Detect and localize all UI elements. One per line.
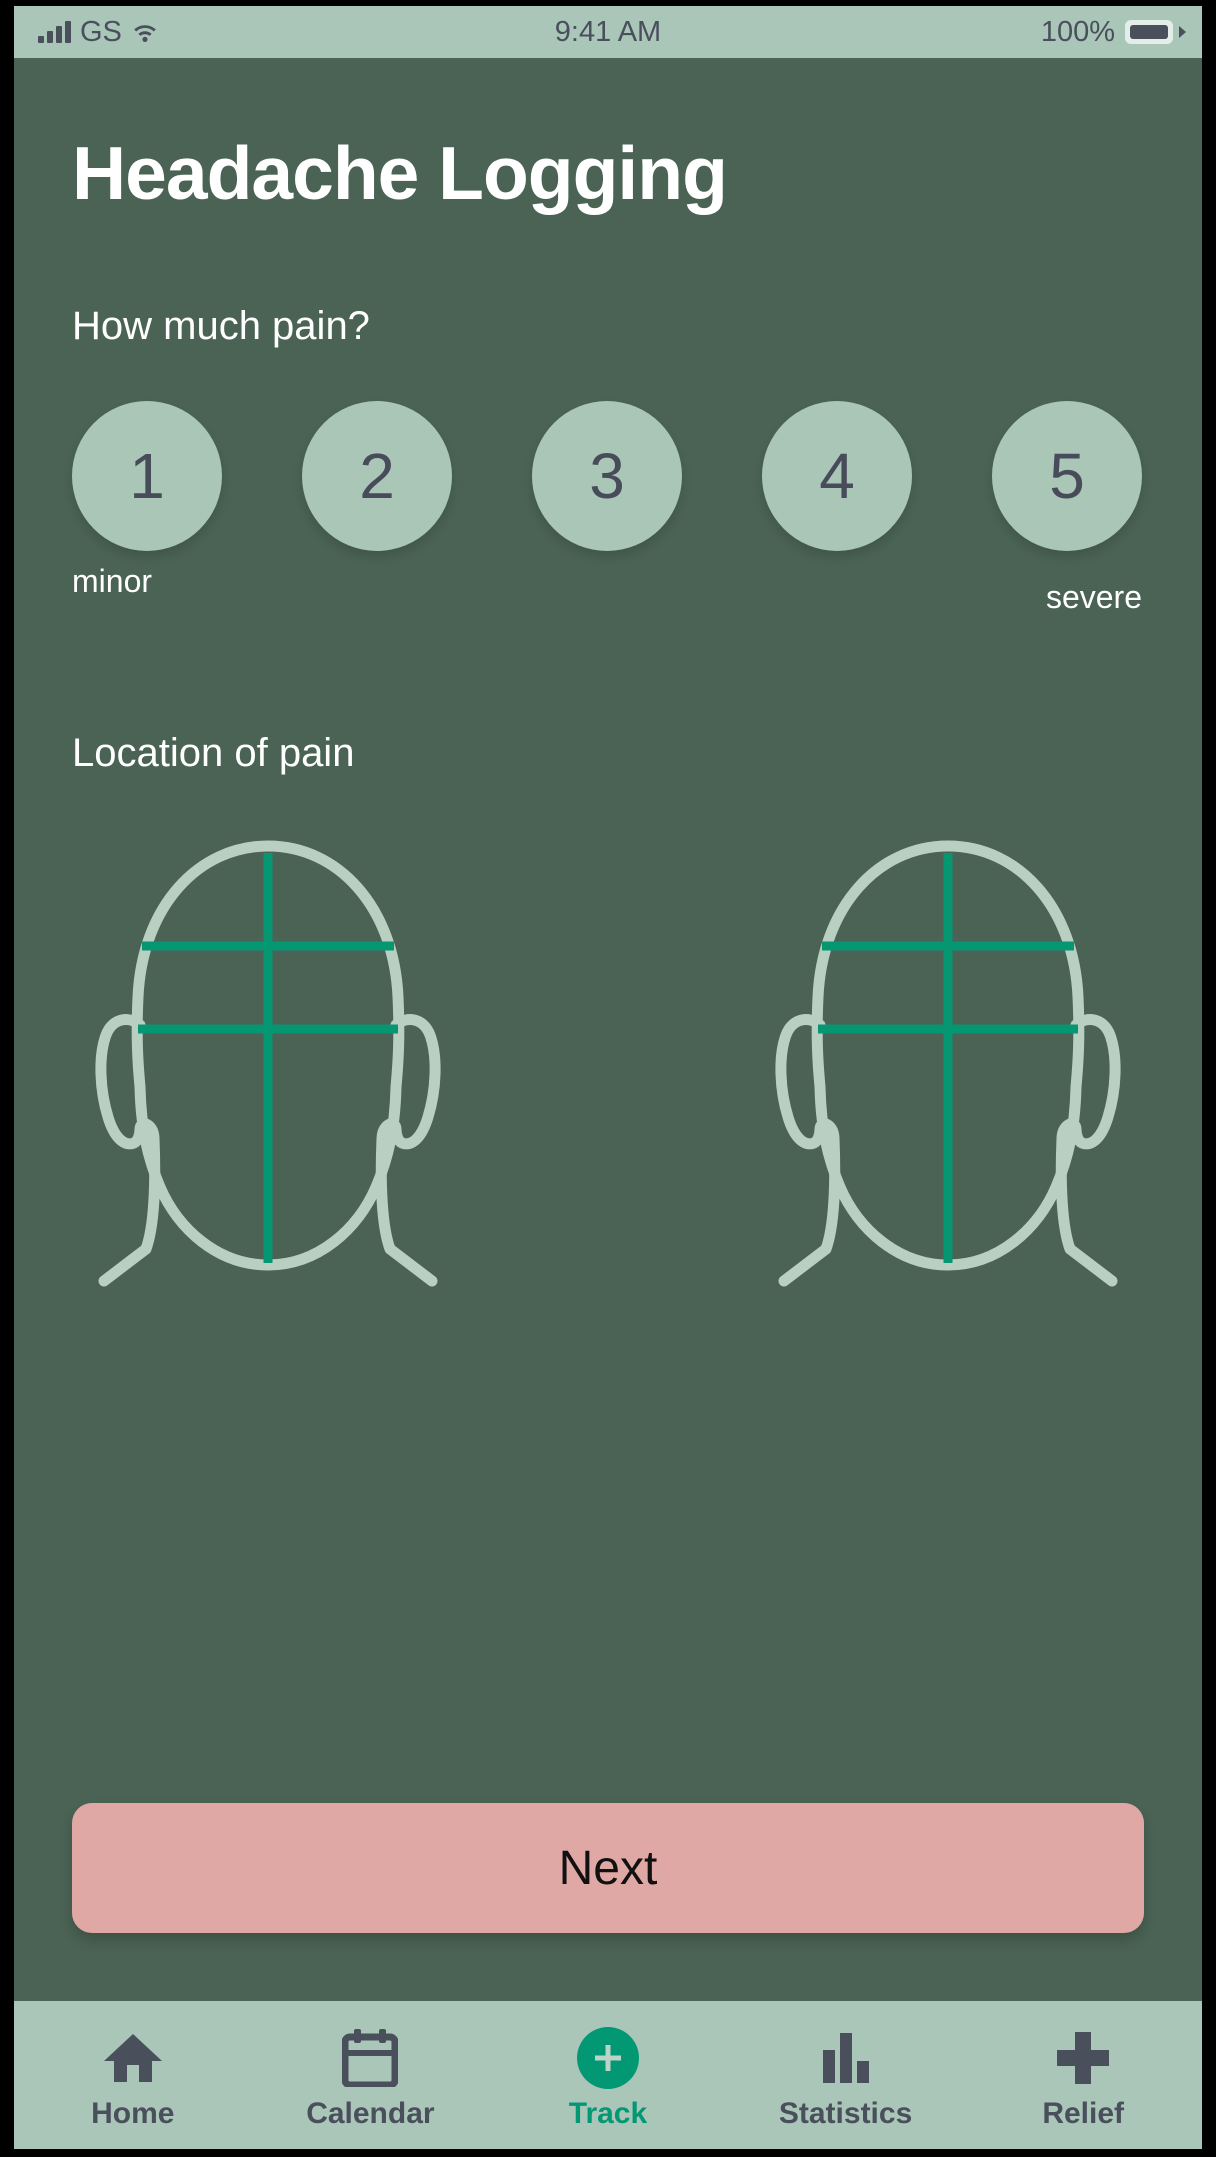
pain-option-5[interactable]: 5 [992, 401, 1142, 551]
location-of-pain-label: Location of pain [72, 731, 355, 775]
pain-scale-endpoints: minor severe [72, 565, 1144, 615]
tab-home[interactable]: Home [14, 2001, 252, 2149]
head-diagram-right[interactable] [758, 829, 1138, 1289]
next-button[interactable]: Next [72, 1803, 1144, 1933]
bar-chart-icon [817, 2027, 875, 2089]
status-bar-time: 9:41 AM [554, 15, 662, 48]
tab-statistics-label: Statistics [778, 2097, 913, 2130]
wifi-icon [131, 21, 159, 43]
battery-tip-icon [1179, 26, 1186, 38]
page-title: Headache Logging [72, 131, 728, 215]
head-diagram-left[interactable] [78, 829, 458, 1289]
main-content: Headache Logging How much pain? 1 2 3 4 … [14, 58, 1202, 2001]
status-bar-left: GS [38, 15, 159, 48]
pain-option-3[interactable]: 3 [532, 401, 682, 551]
plus-circle-icon [576, 2027, 639, 2089]
tab-track-label: Track [568, 2097, 648, 2130]
tab-statistics[interactable]: Statistics [727, 2001, 965, 2149]
phone-frame: GS 9:41 AM 100% Headache Logging How muc… [0, 0, 1216, 2157]
pain-option-1[interactable]: 1 [72, 401, 222, 551]
tab-calendar[interactable]: Calendar [252, 2001, 490, 2149]
tab-home-label: Home [91, 2097, 175, 2130]
tab-track[interactable]: Track [489, 2001, 727, 2149]
pain-option-2[interactable]: 2 [302, 401, 452, 551]
calendar-icon [342, 2027, 399, 2089]
signal-bars-icon [38, 21, 71, 43]
status-bar: GS 9:41 AM 100% [14, 6, 1202, 58]
pain-scale-max-label: severe [1045, 579, 1142, 615]
plus-cross-icon [1054, 2027, 1112, 2089]
battery-percent-label: 100% [1040, 15, 1115, 48]
home-icon [102, 2027, 164, 2089]
tab-relief[interactable]: Relief [964, 2001, 1202, 2149]
carrier-label: GS [80, 15, 122, 48]
head-diagrams [72, 829, 1144, 1289]
battery-full-icon [1125, 20, 1173, 44]
pain-scale: 1 2 3 4 5 [72, 401, 1144, 551]
pain-question-label: How much pain? [72, 304, 370, 348]
bottom-navigation: Home Calendar Track Statistics Relief [14, 2001, 1202, 2149]
tab-relief-label: Relief [1042, 2097, 1125, 2130]
pain-option-4[interactable]: 4 [762, 401, 912, 551]
pain-scale-min-label: minor [72, 563, 153, 599]
next-button-container: Next [72, 1803, 1144, 1933]
app-screen: GS 9:41 AM 100% Headache Logging How muc… [14, 6, 1202, 2149]
status-bar-right: 100% [1041, 16, 1186, 49]
tab-calendar-label: Calendar [306, 2097, 435, 2130]
